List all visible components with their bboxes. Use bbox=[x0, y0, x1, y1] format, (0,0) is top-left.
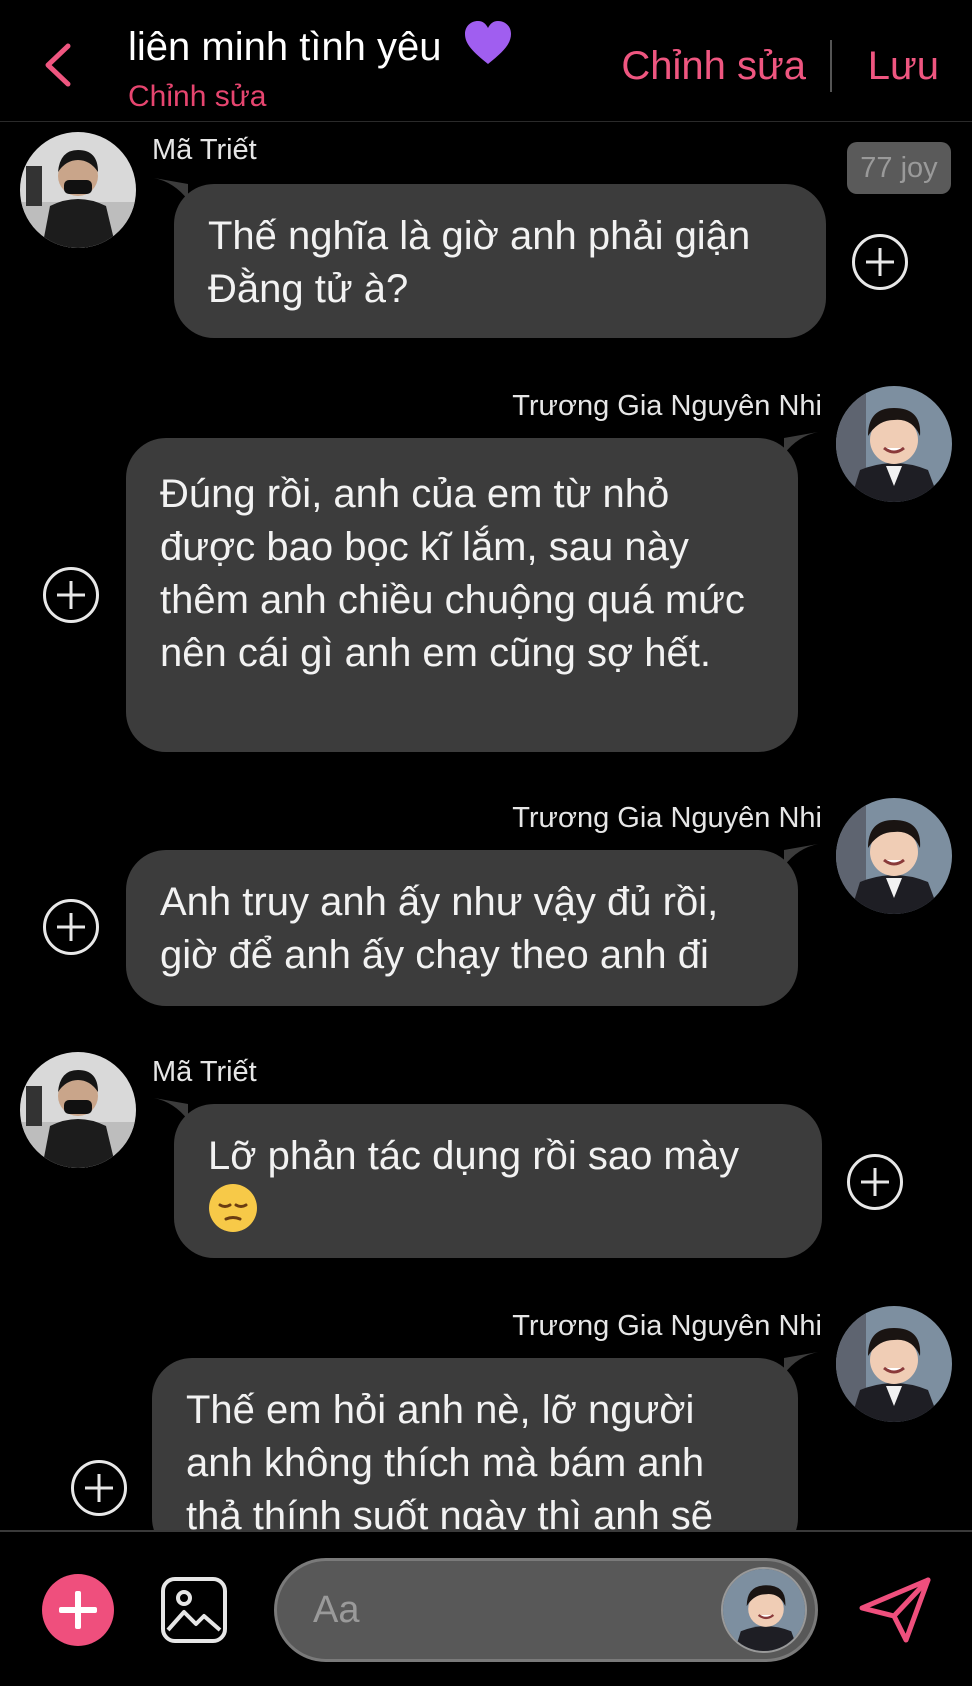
header-divider bbox=[830, 40, 832, 92]
message-text: Anh truy anh ấy như vậy đủ rồi, giờ để a… bbox=[160, 880, 719, 977]
message-bubble[interactable]: Lỡ phản tác dụng rồi sao mày bbox=[154, 1098, 822, 1258]
message-bubble[interactable]: Thế em hỏi anh nè, lỡ người anh không th… bbox=[152, 1352, 818, 1558]
message-input-container[interactable] bbox=[274, 1558, 818, 1662]
sender-name: Trương Gia Nguyên Nhi bbox=[512, 390, 822, 422]
avatar-current-user[interactable] bbox=[721, 1567, 807, 1653]
image-icon[interactable] bbox=[160, 1576, 228, 1644]
joy-badge: 77 joy bbox=[847, 142, 951, 194]
avatar-truong-gia-nguyen-nhi[interactable] bbox=[836, 1306, 952, 1422]
avatar-truong-gia-nguyen-nhi[interactable] bbox=[836, 386, 952, 502]
bubble-tail bbox=[784, 844, 818, 866]
bubble-tail bbox=[784, 1352, 818, 1374]
avatar-ma-triet[interactable] bbox=[20, 132, 136, 248]
bubble-tail bbox=[154, 178, 188, 200]
sender-name: Trương Gia Nguyên Nhi bbox=[512, 802, 822, 834]
message-input[interactable] bbox=[313, 1579, 693, 1641]
chat-header: liên minh tình yêu Chỉnh sửa Chỉnh sửa L… bbox=[0, 0, 972, 122]
add-reaction-button[interactable] bbox=[852, 234, 908, 290]
plus-icon[interactable] bbox=[42, 1574, 114, 1646]
sender-name: Mã Triết bbox=[152, 1056, 257, 1088]
back-chevron-icon[interactable] bbox=[38, 40, 78, 90]
send-icon[interactable] bbox=[858, 1576, 932, 1644]
composer-bar bbox=[0, 1530, 972, 1686]
message-bubble[interactable]: Anh truy anh ấy như vậy đủ rồi, giờ để a… bbox=[126, 844, 818, 1006]
message-text: Lỡ phản tác dụng rồi sao mày bbox=[208, 1134, 739, 1178]
chat-subtitle-edit-link[interactable]: Chỉnh sửa bbox=[128, 80, 267, 114]
bubble-tail bbox=[784, 432, 818, 454]
edit-button[interactable]: Chỉnh sửa bbox=[621, 44, 806, 89]
chat-title: liên minh tình yêu bbox=[128, 20, 513, 70]
add-reaction-button[interactable] bbox=[43, 567, 99, 623]
avatar-truong-gia-nguyen-nhi[interactable] bbox=[836, 798, 952, 914]
message-text: Thế nghĩa là giờ anh phải giận Đằng tử à… bbox=[208, 214, 751, 311]
add-reaction-button[interactable] bbox=[71, 1460, 127, 1516]
avatar-ma-triet[interactable] bbox=[20, 1052, 136, 1168]
message-bubble[interactable]: Đúng rồi, anh của em từ nhỏ được bao bọc… bbox=[126, 432, 818, 752]
sender-name: Mã Triết bbox=[152, 134, 257, 166]
sender-name: Trương Gia Nguyên Nhi bbox=[512, 1310, 822, 1342]
purple-heart-icon bbox=[464, 21, 511, 64]
add-reaction-button[interactable] bbox=[43, 899, 99, 955]
pensive-face-icon bbox=[209, 1184, 257, 1232]
bubble-tail bbox=[154, 1098, 188, 1120]
message-text: Thế em hỏi anh nè, lỡ người anh không th… bbox=[186, 1388, 714, 1538]
save-button[interactable]: Lưu bbox=[868, 44, 939, 89]
add-reaction-button[interactable] bbox=[847, 1154, 903, 1210]
message-text: Đúng rồi, anh của em từ nhỏ được bao bọc… bbox=[160, 472, 745, 675]
chat-title-text: liên minh tình yêu bbox=[128, 25, 442, 69]
message-bubble[interactable]: Thế nghĩa là giờ anh phải giận Đằng tử à… bbox=[154, 178, 826, 338]
